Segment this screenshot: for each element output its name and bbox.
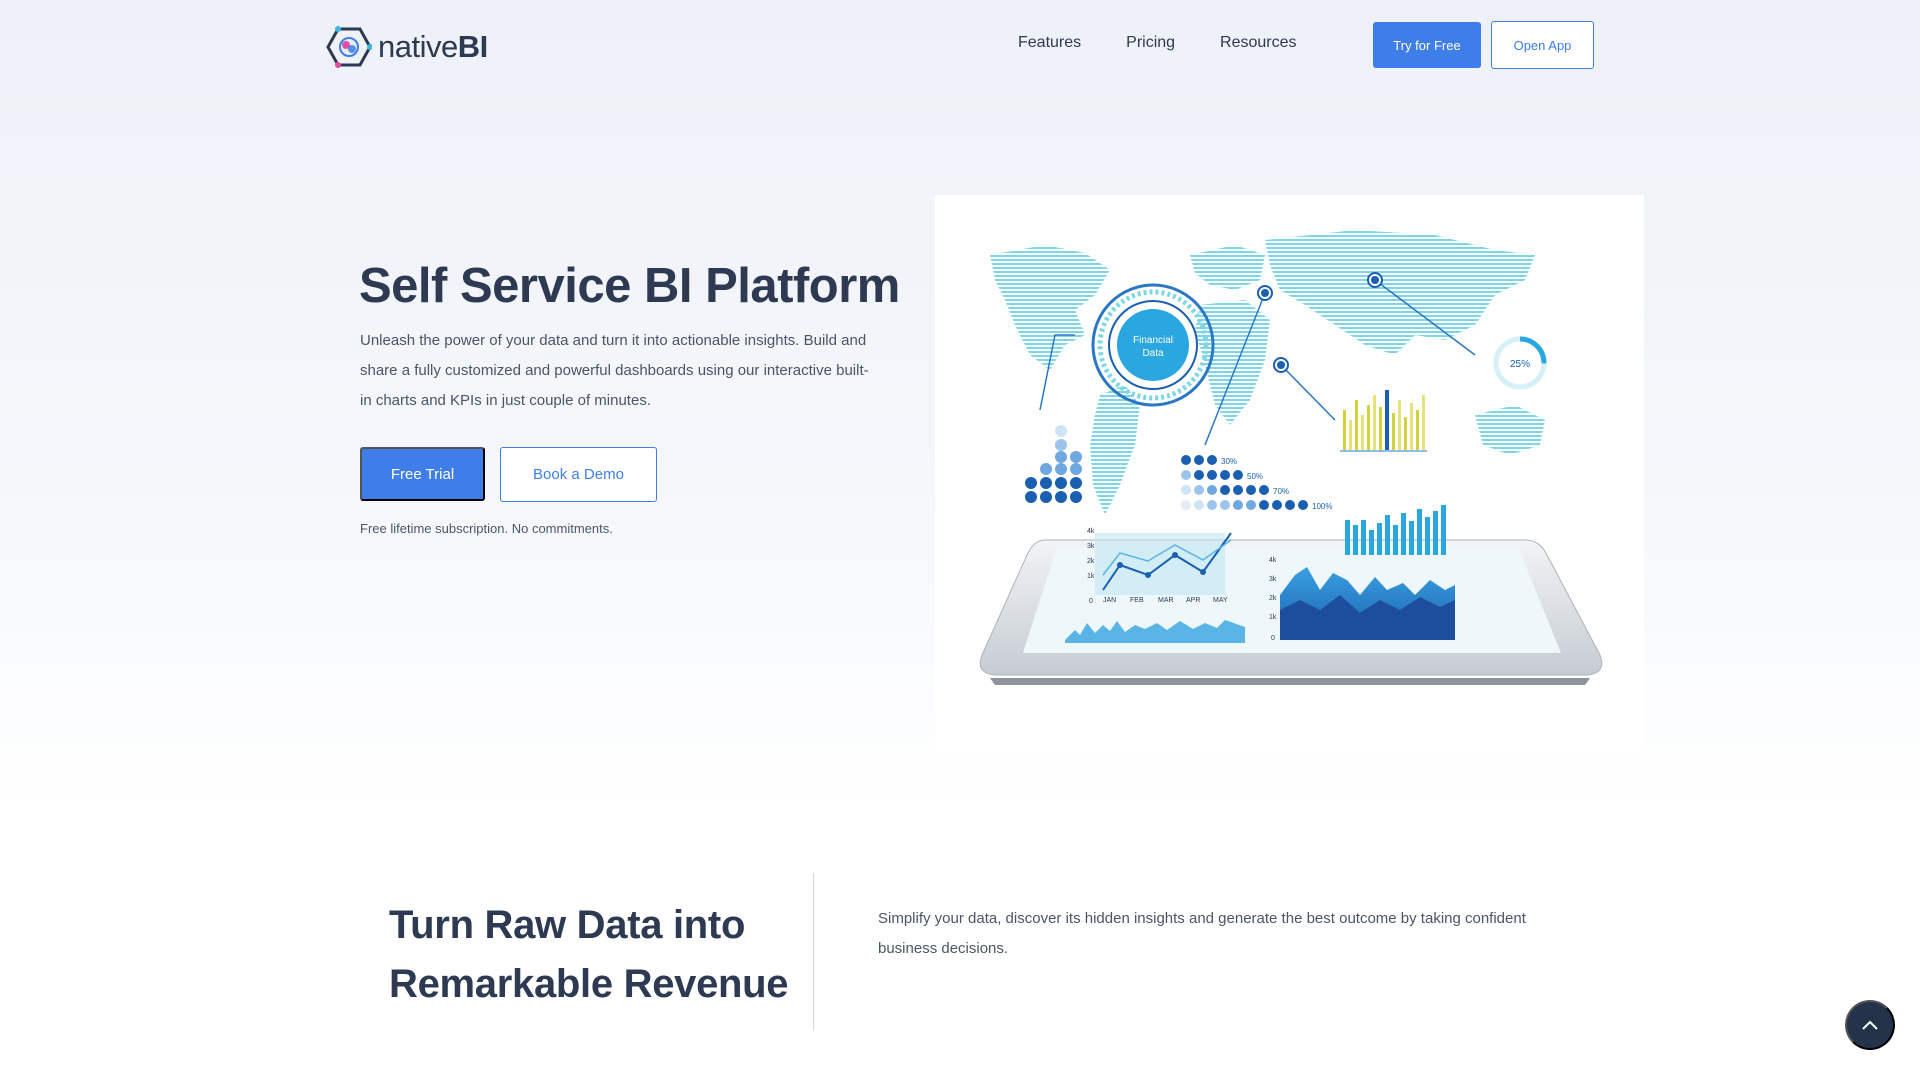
svg-text:Financial: Financial (1133, 335, 1173, 346)
financial-data-circle: Financial Data (1091, 283, 1215, 407)
svg-text:70%: 70% (1273, 487, 1289, 496)
svg-text:25%: 25% (1510, 359, 1530, 370)
chevron-up-icon (1862, 1020, 1878, 1030)
section-title: Turn Raw Data into Remarkable Revenue (389, 903, 789, 1006)
open-app-button[interactable]: Open App (1491, 21, 1594, 69)
svg-text:4k: 4k (1087, 528, 1095, 535)
svg-text:MAY: MAY (1213, 597, 1228, 604)
brand-name: nativeBI (378, 29, 488, 64)
svg-text:1k: 1k (1269, 614, 1277, 621)
nav-link-pricing[interactable]: Pricing (1126, 34, 1175, 52)
tablet-line-chart: 4k 3k 2k 1k 0 JAN FEB MAR APR MAY (1087, 528, 1232, 605)
section-divider (813, 873, 814, 1030)
svg-text:1k: 1k (1087, 573, 1095, 580)
svg-text:APR: APR (1186, 597, 1200, 604)
svg-text:100%: 100% (1312, 502, 1332, 511)
book-demo-button[interactable]: Book a Demo (500, 447, 657, 502)
svg-text:3k: 3k (1087, 543, 1095, 550)
svg-text:3k: 3k (1269, 576, 1277, 583)
hexagon-logo-icon (326, 26, 372, 68)
hex-percentage-rows: 30% 50% 70% 100% (1181, 455, 1332, 511)
try-for-free-button[interactable]: Try for Free (1373, 22, 1481, 68)
yellow-bar-chart (1340, 390, 1427, 452)
percent-ring: 25% (1493, 336, 1547, 390)
hero-note: Free lifetime subscription. No commitmen… (360, 521, 613, 536)
nav-links: Features Pricing Resources (1018, 34, 1297, 52)
hero-title: Self Service BI Platform (359, 259, 900, 313)
svg-text:Data: Data (1142, 348, 1164, 359)
hero-description: Unleash the power of your data and turn … (360, 332, 869, 409)
svg-text:50%: 50% (1247, 472, 1263, 481)
svg-text:0: 0 (1271, 635, 1275, 642)
tablet-world-map-image: Financial Data 25% 30% 50% 70% 100% 4k 3… (979, 230, 1603, 685)
svg-text:0: 0 (1089, 598, 1093, 605)
svg-text:2k: 2k (1269, 595, 1277, 602)
svg-text:2k: 2k (1087, 558, 1095, 565)
svg-text:JAN: JAN (1103, 597, 1116, 604)
scroll-to-top-button[interactable] (1845, 1000, 1895, 1050)
brand-logo[interactable]: nativeBI (326, 26, 488, 68)
nav-link-resources[interactable]: Resources (1220, 34, 1296, 52)
bubble-columns (1025, 425, 1082, 503)
svg-text:FEB: FEB (1130, 597, 1144, 604)
top-navigation: nativeBI Features Pricing Resources Try … (0, 0, 1920, 90)
svg-text:4k: 4k (1269, 557, 1277, 564)
section-description: Simplify your data, discover its hidden … (878, 910, 1526, 957)
free-trial-button[interactable]: Free Trial (360, 447, 485, 501)
dashboard-illustration: Financial Data 25% 30% 50% 70% 100% 4k 3… (935, 195, 1644, 755)
svg-text:30%: 30% (1221, 457, 1237, 466)
nav-link-features[interactable]: Features (1018, 34, 1081, 52)
svg-text:MAR: MAR (1158, 597, 1174, 604)
